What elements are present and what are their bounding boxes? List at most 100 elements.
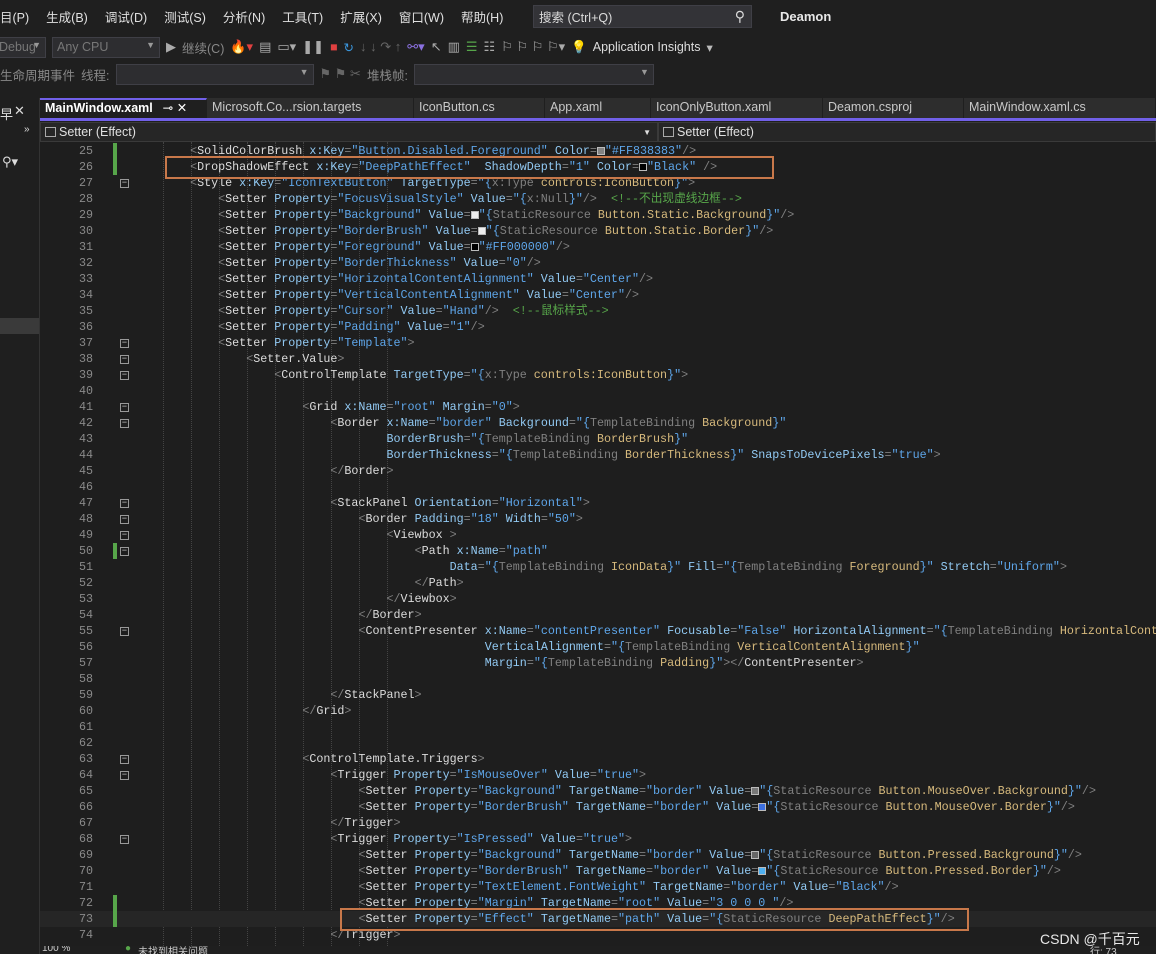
code-line[interactable]: 29 <Setter Property="Background" Value= "… — [40, 207, 1156, 223]
code-line[interactable]: 58 — [40, 671, 1156, 687]
code-line[interactable]: 51 Data="{TemplateBinding IconData}" Fil… — [40, 559, 1156, 575]
tab-deamon-csproj[interactable]: Deamon.csproj — [823, 98, 964, 118]
selected-item[interactable] — [0, 318, 39, 334]
code-line[interactable]: 71 <Setter Property="TextElement.FontWei… — [40, 879, 1156, 895]
code-line[interactable]: 56 VerticalAlignment="{TemplateBinding V… — [40, 639, 1156, 655]
code-line[interactable]: 38 − <Setter.Value> — [40, 351, 1156, 367]
code-line[interactable]: 57 Margin="{TemplateBinding Padding}"></… — [40, 655, 1156, 671]
overflow-icon[interactable]: » — [24, 124, 30, 135]
menu-window[interactable]: 窗口(W) — [399, 7, 453, 26]
play-icon[interactable]: ▶ — [166, 39, 176, 55]
code-line[interactable]: 68 − <Trigger Property="IsPressed" Value=… — [40, 831, 1156, 847]
step-icons[interactable]: ↓ ↓ ↷ ↑ — [360, 39, 401, 55]
continue-button[interactable]: 继续(C) — [182, 38, 224, 57]
comment-icon[interactable]: ☰ — [466, 39, 478, 55]
config-dropdown[interactable]: Debug ▼ — [0, 36, 46, 58]
application-insights-button[interactable]: Application Insights — [593, 40, 701, 54]
stop-icon[interactable]: ■ — [330, 40, 338, 54]
chevron-down-icon[interactable]: ▾ — [706, 40, 712, 55]
code-line[interactable]: 33 <Setter Property="HorizontalContentAl… — [40, 271, 1156, 287]
collapse-icon[interactable]: − — [120, 547, 129, 556]
tab-icononlybutton-xaml[interactable]: IconOnlyButton.xaml — [651, 98, 823, 118]
code-line[interactable]: 69 <Setter Property="Background" TargetN… — [40, 847, 1156, 863]
collapse-icon[interactable]: − — [120, 755, 129, 764]
diagnostics-icon[interactable]: ⚯▾ — [407, 39, 424, 55]
close-icon[interactable]: ✕ — [177, 101, 187, 115]
flag-icons[interactable]: ⚑ ⚑ ✂ — [320, 66, 361, 82]
code-line[interactable]: 66 <Setter Property="BorderBrush" Target… — [40, 799, 1156, 815]
pin-icon[interactable]: ⊸ — [163, 101, 173, 115]
code-line[interactable]: 32 <Setter Property="BorderThickness" Va… — [40, 255, 1156, 271]
color-swatch[interactable] — [596, 147, 605, 155]
code-line[interactable]: 46 — [40, 479, 1156, 495]
menu-extensions[interactable]: 扩展(X) — [340, 7, 391, 26]
menu-debug[interactable]: 调试(D) — [105, 7, 156, 26]
color-swatch[interactable] — [470, 211, 479, 219]
search-icon[interactable]: ⚲▾ — [2, 154, 18, 170]
hot-reload-icon[interactable]: 🔥▾ — [230, 39, 253, 55]
code-line[interactable]: 54 </Border> — [40, 607, 1156, 623]
scope-dropdown-left[interactable]: Setter (Effect) ▼ — [40, 122, 658, 142]
code-line[interactable]: 49 − <Viewbox > — [40, 527, 1156, 543]
tab-mainwindow-xaml[interactable]: MainWindow.xaml ⊸ ✕ — [40, 98, 207, 118]
collapse-icon[interactable]: − — [120, 771, 129, 780]
columns-icon[interactable]: ▥ — [448, 39, 460, 55]
tab-mainwindow-xaml-cs[interactable]: MainWindow.xaml.cs — [964, 98, 1156, 118]
collapse-icon[interactable]: − — [120, 339, 129, 348]
code-line[interactable]: 39 − <ControlTemplate TargetType="{x:Type… — [40, 367, 1156, 383]
tab-microsoft-targets[interactable]: Microsoft.Co...rsion.targets — [207, 98, 414, 118]
code-line[interactable]: 63 − <ControlTemplate.Triggers> — [40, 751, 1156, 767]
code-line[interactable]: 50 − <Path x:Name="path" — [40, 543, 1156, 559]
code-line[interactable]: 48 − <Border Padding="18" Width="50"> — [40, 511, 1156, 527]
pin-icon[interactable]: 早 — [0, 104, 13, 123]
layout-icon[interactable]: ▭▾ — [277, 39, 296, 55]
code-line[interactable]: 65 <Setter Property="Background" TargetN… — [40, 783, 1156, 799]
code-line[interactable]: 34 <Setter Property="VerticalContentAlig… — [40, 287, 1156, 303]
restart-icon[interactable]: ↻ — [344, 40, 354, 55]
code-line[interactable]: 45 </Border> — [40, 463, 1156, 479]
code-line[interactable]: 28 <Setter Property="FocusVisualStyle" V… — [40, 191, 1156, 207]
color-swatch[interactable] — [477, 227, 486, 235]
cursor-icon[interactable]: ↖ — [431, 39, 442, 55]
collapse-icon[interactable]: − — [120, 179, 129, 188]
code-line[interactable]: 31 <Setter Property="Foreground" Value= "… — [40, 239, 1156, 255]
code-line[interactable]: 30 <Setter Property="BorderBrush" Value=… — [40, 223, 1156, 239]
collapse-icon[interactable]: − — [120, 499, 129, 508]
code-line[interactable]: 37 − <Setter Property="Template"> — [40, 335, 1156, 351]
code-line[interactable]: 61 — [40, 719, 1156, 735]
tab-app-xaml[interactable]: App.xaml — [545, 98, 651, 118]
code-line[interactable]: 44 BorderThickness="{TemplateBinding Bor… — [40, 447, 1156, 463]
platform-dropdown[interactable]: Any CPU ▼ — [52, 36, 160, 58]
collapse-icon[interactable]: − — [120, 835, 129, 844]
menu-tools[interactable]: 工具(T) — [282, 7, 332, 26]
folder-icon[interactable]: ▤ — [259, 39, 271, 55]
code-line[interactable]: 43 BorderBrush="{TemplateBinding BorderB… — [40, 431, 1156, 447]
code-line[interactable]: 47 − <StackPanel Orientation="Horizontal"… — [40, 495, 1156, 511]
pause-icon[interactable]: ❚❚ — [302, 39, 324, 55]
collapse-icon[interactable]: − — [120, 515, 129, 524]
code-line[interactable]: 35 <Setter Property="Cursor" Value="Hand… — [40, 303, 1156, 319]
collapse-icon[interactable]: − — [120, 403, 129, 412]
code-line[interactable]: 60 </Grid> — [40, 703, 1156, 719]
stackframe-dropdown[interactable]: ▼ — [413, 63, 654, 85]
issues-status[interactable]: 未找到相关问题 — [138, 946, 208, 954]
code-line[interactable]: 62 — [40, 735, 1156, 751]
code-line[interactable]: 52 </Path> — [40, 575, 1156, 591]
code-line[interactable]: 40 — [40, 383, 1156, 399]
color-swatch[interactable] — [470, 243, 479, 251]
collapse-icon[interactable]: − — [120, 531, 129, 540]
collapse-icon[interactable]: − — [120, 355, 129, 364]
menu-test[interactable]: 测试(S) — [164, 7, 215, 26]
collapse-icon[interactable]: − — [120, 419, 129, 428]
code-line[interactable]: 64 − <Trigger Property="IsMouseOver" Valu… — [40, 767, 1156, 783]
code-editor[interactable]: 25 <SolidColorBrush x:Key="Button.Disabl… — [40, 142, 1156, 948]
code-line[interactable]: 59 </StackPanel> — [40, 687, 1156, 703]
menu-project[interactable]: 目(P) — [0, 7, 38, 26]
code-line[interactable]: 53 </Viewbox> — [40, 591, 1156, 607]
close-icon[interactable]: ✕ — [14, 103, 25, 119]
menu-analyze[interactable]: 分析(N) — [223, 7, 274, 26]
code-line[interactable]: 42 − <Border x:Name="border" Background="… — [40, 415, 1156, 431]
code-line[interactable]: 36 <Setter Property="Padding" Value="1"/… — [40, 319, 1156, 335]
code-line[interactable]: 55 − <ContentPresenter x:Name="contentPre… — [40, 623, 1156, 639]
menu-help[interactable]: 帮助(H) — [461, 7, 512, 26]
